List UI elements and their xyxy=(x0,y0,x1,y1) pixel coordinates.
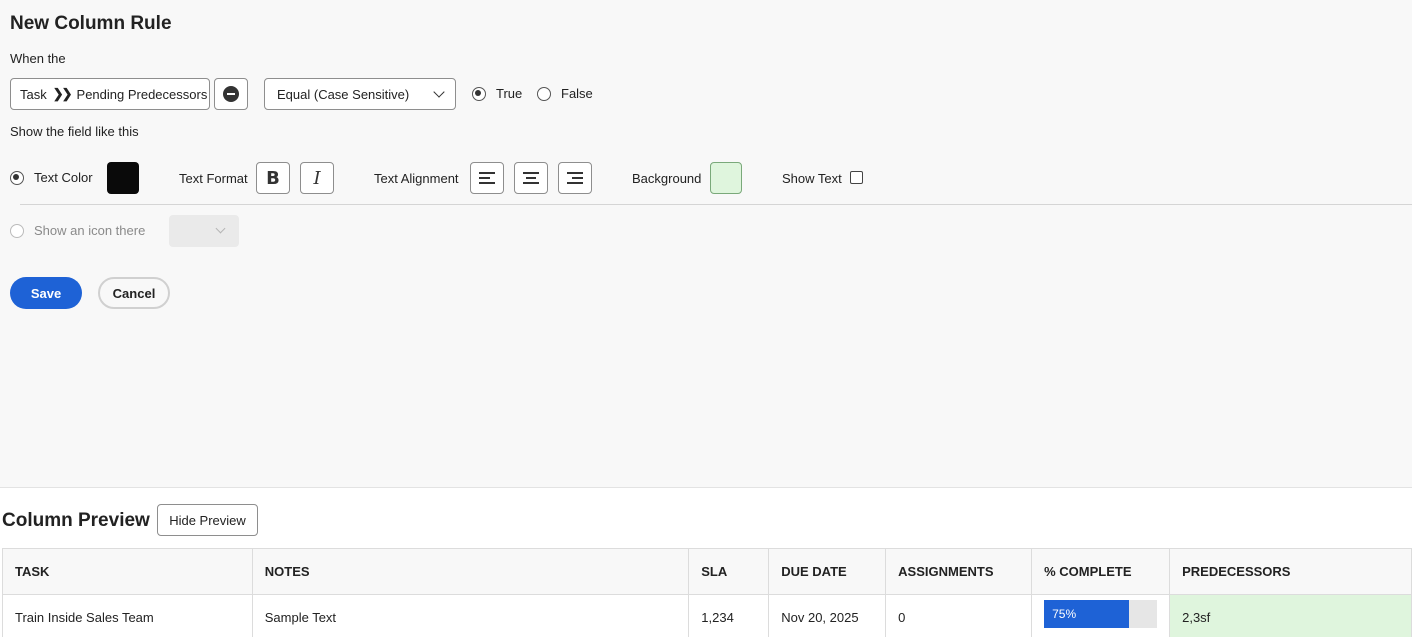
operator-value: Equal (Case Sensitive) xyxy=(277,86,410,102)
text-color-label: Text Color xyxy=(34,170,93,185)
cell-due-date: Nov 20, 2025 xyxy=(768,594,887,637)
align-center-icon xyxy=(523,172,539,184)
table-header-row: TASK NOTES SLA DUE DATE ASSIGNMENTS % CO… xyxy=(2,548,1412,595)
cell-notes: Sample Text xyxy=(251,594,690,637)
minus-circle-icon xyxy=(223,86,239,102)
column-header-assignments[interactable]: ASSIGNMENTS xyxy=(885,548,1033,595)
true-radio[interactable] xyxy=(472,87,486,101)
background-label: Background xyxy=(632,171,702,186)
preview-title: Column Preview xyxy=(2,510,150,531)
field-name-label: Pending Predecessors xyxy=(76,86,208,102)
operator-select[interactable]: Equal (Case Sensitive) xyxy=(264,78,456,110)
column-header-notes[interactable]: NOTES xyxy=(251,548,690,595)
preview-table: TASK NOTES SLA DUE DATE ASSIGNMENTS % CO… xyxy=(2,548,1412,637)
progress-bar: 75% xyxy=(1044,599,1158,628)
align-right-button[interactable] xyxy=(558,162,592,194)
when-label: When the xyxy=(10,51,66,66)
align-center-button[interactable] xyxy=(514,162,548,194)
field-selector[interactable]: Task ❯❯ Pending Predecessors xyxy=(10,78,210,110)
show-icon-radio[interactable] xyxy=(10,224,24,238)
text-alignment-label: Text Alignment xyxy=(374,171,459,186)
show-text-checkbox[interactable] xyxy=(850,171,863,184)
chevron-down-icon xyxy=(433,86,445,98)
align-left-button[interactable] xyxy=(470,162,504,194)
cell-assignments: 0 xyxy=(885,594,1033,637)
background-color-swatch[interactable] xyxy=(710,162,742,194)
column-header-percent-complete[interactable]: % COMPLETE xyxy=(1031,548,1171,595)
column-header-sla[interactable]: SLA xyxy=(688,548,770,595)
progress-fill: 75% xyxy=(1044,599,1129,628)
italic-button[interactable]: I xyxy=(300,162,334,194)
column-header-predecessors[interactable]: PREDECESSORS xyxy=(1169,548,1412,595)
text-color-swatch[interactable] xyxy=(107,162,139,194)
icon-picker-select[interactable] xyxy=(169,215,239,247)
show-text-label: Show Text xyxy=(782,171,842,186)
bold-button[interactable]: B xyxy=(256,162,290,194)
cancel-button[interactable]: Cancel xyxy=(98,277,170,309)
field-object-label: Task xyxy=(20,86,47,102)
column-header-task[interactable]: TASK xyxy=(2,548,253,595)
double-chevron-right-icon: ❯❯ xyxy=(52,86,73,101)
chevron-down-icon xyxy=(215,223,226,234)
align-left-icon xyxy=(479,172,495,184)
show-icon-label: Show an icon there xyxy=(34,223,146,238)
cell-task: Train Inside Sales Team xyxy=(2,594,253,637)
text-color-radio[interactable] xyxy=(10,171,24,185)
cell-predecessors: 2,3sf xyxy=(1169,594,1412,637)
column-preview-panel: Column Preview Hide Preview TASK NOTES S… xyxy=(0,487,1412,637)
table-row: Train Inside Sales Team Sample Text 1,23… xyxy=(2,594,1412,637)
save-button[interactable]: Save xyxy=(10,277,82,309)
divider xyxy=(20,204,1412,205)
align-right-icon xyxy=(567,172,583,184)
remove-condition-button[interactable] xyxy=(214,78,248,110)
cell-sla: 1,234 xyxy=(688,594,770,637)
show-field-label: Show the field like this xyxy=(10,124,139,139)
false-radio[interactable] xyxy=(537,87,551,101)
column-header-due-date[interactable]: DUE DATE xyxy=(768,548,887,595)
cell-percent-complete: 75% xyxy=(1031,594,1171,637)
false-label: False xyxy=(561,86,593,101)
page-title: New Column Rule xyxy=(10,13,172,34)
hide-preview-button[interactable]: Hide Preview xyxy=(157,504,258,536)
rule-editor-panel: New Column Rule When the Task ❯❯ Pending… xyxy=(0,0,1412,487)
true-label: True xyxy=(496,86,523,101)
text-format-label: Text Format xyxy=(179,171,248,186)
